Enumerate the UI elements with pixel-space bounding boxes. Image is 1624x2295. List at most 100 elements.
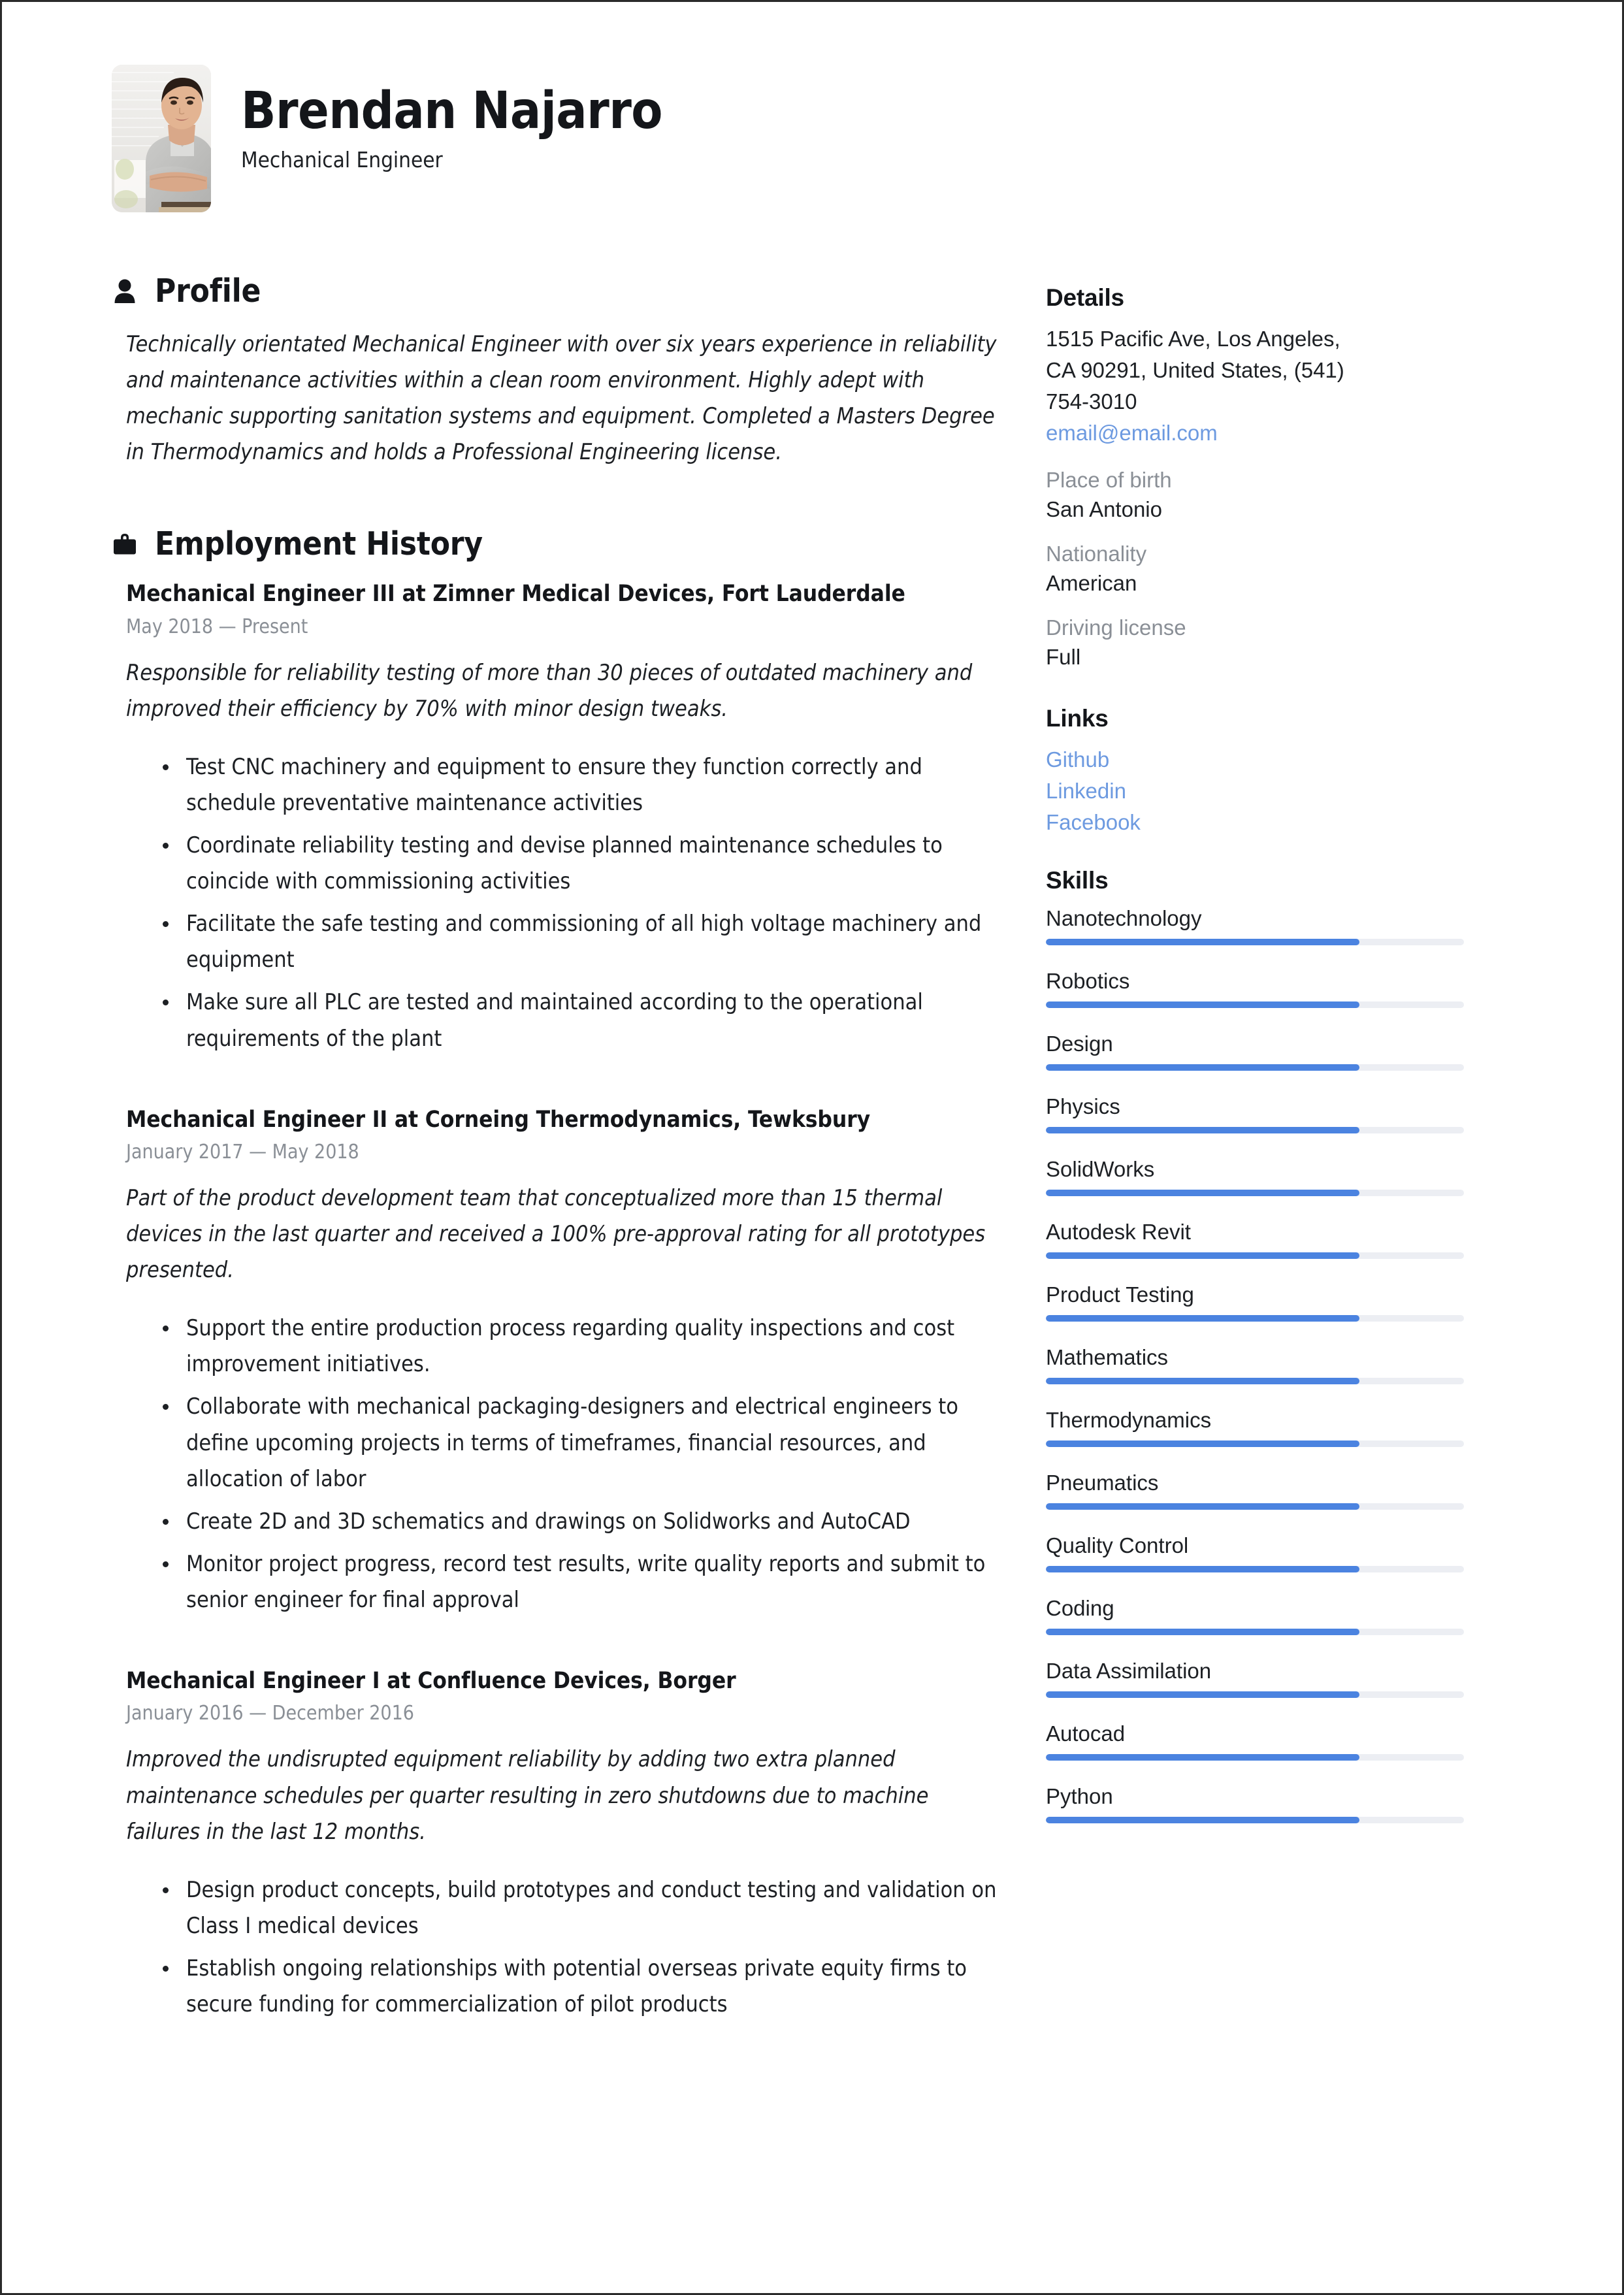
list-item: Support the entire production process re… — [161, 1310, 1007, 1382]
job-title: Mechanical Engineer III at Zimner Medica… — [126, 581, 905, 608]
list-item: Test CNC machinery and equipment to ensu… — [161, 749, 1007, 821]
list-item: Establish ongoing relationships with pot… — [161, 1951, 1007, 2023]
person-icon — [114, 279, 135, 303]
skill-label: Quality Control — [1046, 1533, 1189, 1557]
skill-progress-fill — [1046, 1565, 1359, 1572]
skill-item: Pneumatics — [1046, 1471, 1464, 1510]
job-title-subtitle: Mechanical Engineer — [241, 146, 443, 172]
job-description: Part of the product development team tha… — [126, 1185, 986, 1284]
briefcase-icon — [114, 533, 136, 555]
list-item: Make sure all PLC are tested and maintai… — [161, 985, 1007, 1056]
skill-label: Coding — [1046, 1595, 1114, 1620]
skill-progress-fill — [1046, 1440, 1359, 1447]
skill-item: SolidWorks — [1046, 1157, 1464, 1196]
skill-progress-fill — [1046, 1503, 1359, 1510]
job-dates: January 2016 — December 2016 — [126, 1702, 414, 1725]
link-facebook[interactable]: Facebook — [1046, 807, 1464, 838]
links-heading: Links — [1046, 705, 1109, 732]
main-column: Profile Technically orientated Mechanica… — [112, 272, 1046, 2034]
list-item: Collaborate with mechanical packaging-de… — [161, 1389, 1007, 1497]
skill-progress-track — [1046, 1001, 1464, 1008]
link-github[interactable]: Github — [1046, 744, 1464, 775]
email-link[interactable]: email@email.com — [1046, 417, 1464, 449]
job-bullet-list: Test CNC machinery and equipment to ensu… — [126, 749, 1007, 1057]
skill-item: Thermodynamics — [1046, 1408, 1464, 1447]
skill-item: Python — [1046, 1784, 1464, 1823]
skill-label: Data Assimilation — [1046, 1658, 1212, 1683]
skill-item: Physics — [1046, 1094, 1464, 1133]
list-item: Coordinate reliability testing and devis… — [161, 828, 1007, 900]
resume-page: Brendan Najarro Mechanical Engineer Prof… — [0, 0, 1624, 2295]
profile-summary: Technically orientated Mechanical Engine… — [126, 331, 997, 466]
job-title: Mechanical Engineer I at Confluence Devi… — [126, 1667, 736, 1694]
sidebar: Details 1515 Pacific Ave, Los Angeles, C… — [1046, 272, 1464, 1830]
skill-progress-track — [1046, 1440, 1464, 1447]
skill-item: Autocad — [1046, 1721, 1464, 1761]
job-bullet-list: Support the entire production process re… — [126, 1310, 1007, 1618]
skill-label: Robotics — [1046, 968, 1130, 993]
job-entry: Mechanical Engineer II at Corneing Therm… — [112, 1105, 1007, 1618]
job-title: Mechanical Engineer II at Corneing Therm… — [126, 1106, 871, 1133]
skill-label: Autocad — [1046, 1721, 1126, 1746]
skill-progress-fill — [1046, 1377, 1359, 1384]
skill-progress-fill — [1046, 1252, 1359, 1259]
skill-label: Thermodynamics — [1046, 1407, 1212, 1432]
skill-label: Nanotechnology — [1046, 905, 1202, 930]
skill-progress-track — [1046, 1314, 1464, 1322]
skill-item: Autodesk Revit — [1046, 1220, 1464, 1259]
job-bullet-list: Design product concepts, build prototype… — [126, 1872, 1007, 2023]
address-line-3: 754-3010 — [1046, 389, 1137, 414]
portrait-photo — [112, 65, 211, 212]
skill-label: Autodesk Revit — [1046, 1219, 1191, 1244]
job-description: Responsible for reliability testing of m… — [126, 659, 973, 722]
nationality-label: Nationality — [1046, 542, 1147, 566]
place-of-birth-value: San Antonio — [1046, 497, 1162, 522]
skill-progress-fill — [1046, 1628, 1359, 1635]
driving-license-value: Full — [1046, 645, 1081, 670]
list-item: Monitor project progress, record test re… — [161, 1546, 1007, 1618]
skill-progress-fill — [1046, 938, 1359, 945]
skill-progress-track — [1046, 1753, 1464, 1761]
address-line-1: 1515 Pacific Ave, Los Angeles, — [1046, 327, 1340, 351]
header-text: Brendan Najarro Mechanical Engineer — [241, 65, 663, 172]
skill-item: Quality Control — [1046, 1533, 1464, 1572]
employment-heading: Employment History — [155, 525, 483, 563]
details-heading: Details — [1046, 284, 1124, 311]
skill-item: Design — [1046, 1032, 1464, 1071]
skill-progress-track — [1046, 1816, 1464, 1823]
page-title: Brendan Najarro — [241, 82, 663, 140]
job-description: Improved the undisrupted equipment relia… — [126, 1746, 929, 1845]
skill-progress-track — [1046, 1189, 1464, 1196]
skill-item: Coding — [1046, 1596, 1464, 1635]
skill-item: Mathematics — [1046, 1345, 1464, 1384]
skill-label: Physics — [1046, 1094, 1120, 1118]
skill-item: Nanotechnology — [1046, 906, 1464, 945]
list-item: Design product concepts, build prototype… — [161, 1872, 1007, 1944]
link-linkedin[interactable]: Linkedin — [1046, 775, 1464, 807]
profile-heading: Profile — [155, 272, 261, 310]
skill-progress-track — [1046, 1565, 1464, 1572]
skill-label: Python — [1046, 1783, 1113, 1808]
job-dates: January 2017 — May 2018 — [126, 1141, 359, 1164]
skill-progress-fill — [1046, 1001, 1359, 1008]
list-item: Create 2D and 3D schematics and drawings… — [161, 1504, 1007, 1540]
body-columns: Profile Technically orientated Mechanica… — [112, 272, 1524, 2034]
skill-label: Design — [1046, 1031, 1113, 1056]
address-line-2: CA 90291, United States, (541) — [1046, 357, 1344, 382]
skill-progress-fill — [1046, 1753, 1359, 1761]
skill-progress-fill — [1046, 1189, 1359, 1196]
list-item: Facilitate the safe testing and commissi… — [161, 906, 1007, 978]
skill-progress-track — [1046, 1377, 1464, 1384]
